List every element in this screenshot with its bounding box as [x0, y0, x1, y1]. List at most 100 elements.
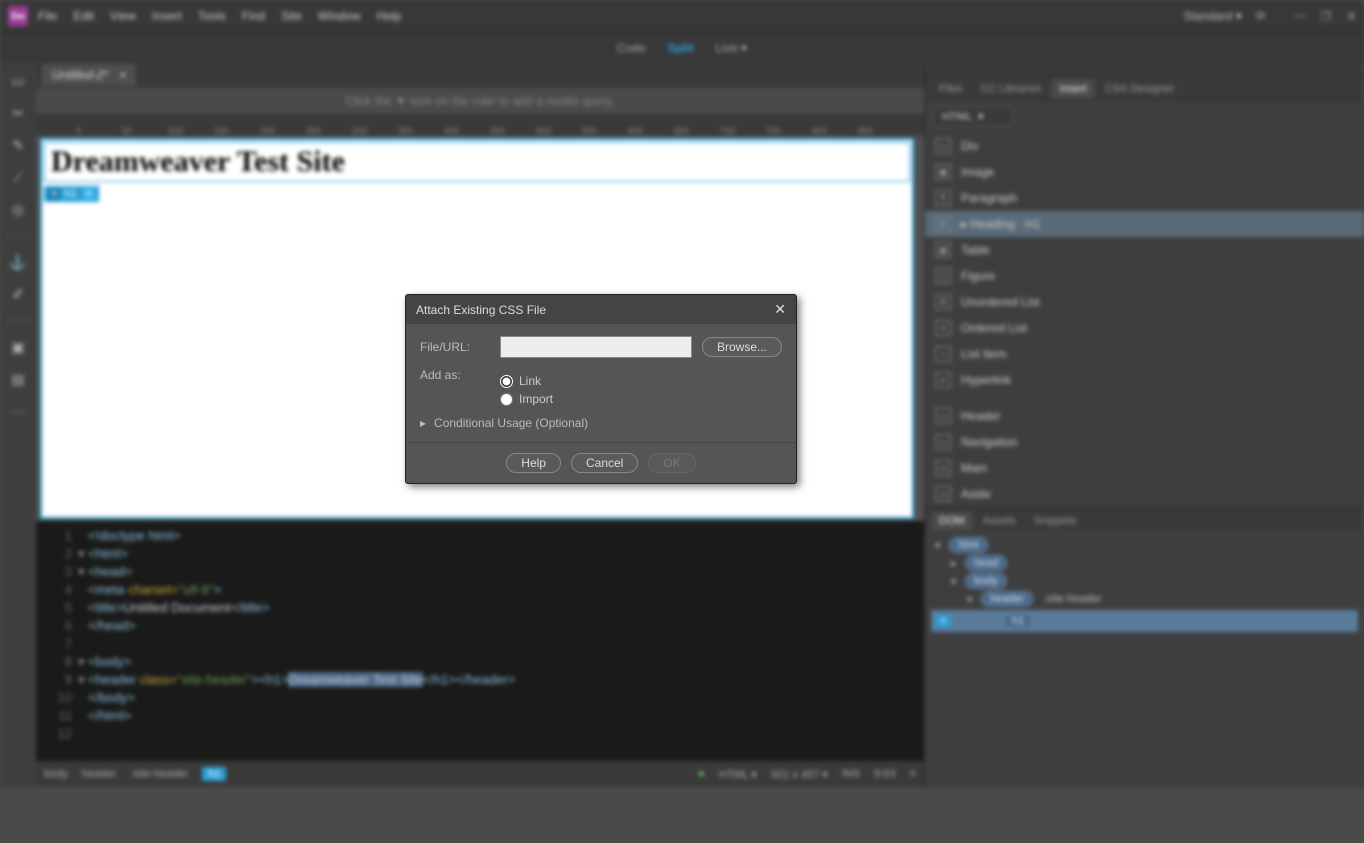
view-split[interactable]: Split [668, 41, 694, 55]
menu-insert[interactable]: Insert [152, 9, 182, 23]
anchor-tool[interactable]: ⚓ [9, 253, 27, 271]
insert-icon: ≡ [935, 320, 951, 336]
menu-find[interactable]: Find [242, 9, 265, 23]
tag-badge-label: h1 [64, 188, 76, 200]
code-line[interactable]: 7 [36, 635, 924, 653]
menu-view[interactable]: View [110, 9, 136, 23]
breadcrumb-body[interactable]: body [44, 768, 68, 780]
panel-handle[interactable] [925, 62, 1364, 76]
dom-node-h1[interactable]: h1 [1003, 613, 1033, 629]
insert-table[interactable]: ▦Table [925, 237, 1364, 263]
insert-icon: ∞ [935, 372, 951, 388]
code-line[interactable]: 8▾<body> [36, 653, 924, 671]
insert-icon: ▢ [935, 268, 951, 284]
insert-header[interactable]: ▭Header [925, 403, 1364, 429]
breadcrumb-header[interactable]: header [82, 768, 116, 780]
chevron-right-icon: ▸ [420, 416, 426, 430]
code-line[interactable]: 6</head> [36, 617, 924, 635]
code-line[interactable]: 1<!doctype html> [36, 527, 924, 545]
insert-heading[interactable]: H▸ Heading : H1 [925, 211, 1364, 237]
dropper-tool[interactable]: ✎ [9, 136, 27, 154]
code-line[interactable]: 5<title>Untitled Document</title> [36, 599, 924, 617]
dialog-titlebar[interactable]: Attach Existing CSS File ✕ [406, 295, 796, 324]
document-tab[interactable]: Untitled-2* × [42, 64, 136, 86]
insert-list[interactable]: •List Item [925, 341, 1364, 367]
dom-tab-snippets[interactable]: Snippets [1026, 512, 1085, 530]
menu-edit[interactable]: Edit [73, 9, 94, 23]
breadcrumb-selected[interactable]: h1 [202, 767, 226, 781]
crop-tool[interactable]: ✂ [9, 104, 27, 122]
insert-unordered[interactable]: ☰Unordered List [925, 289, 1364, 315]
viewport-size[interactable]: 921 x 457 ▾ [771, 768, 828, 781]
dom-tree[interactable]: ▾html ▸head ▾body ▾header.site-header + … [925, 530, 1364, 787]
ruler[interactable]: 0501001502002503003504004505005506006507… [36, 114, 924, 136]
dom-node-head[interactable]: head [965, 555, 1007, 571]
dom-node-header[interactable]: header [981, 591, 1033, 607]
workspace-selector[interactable]: Standard ▾ [1184, 9, 1242, 23]
code-line[interactable]: 2▾<html> [36, 545, 924, 563]
close-button[interactable]: ✕ [1347, 10, 1356, 23]
radio-link[interactable]: Link [500, 374, 782, 388]
insert-div[interactable]: ▭Div [925, 133, 1364, 159]
menu-file[interactable]: File [38, 9, 57, 23]
target-tool[interactable]: ◎ [9, 200, 27, 218]
dom-tab-assets[interactable]: Assets [975, 512, 1024, 530]
conditional-usage-toggle[interactable]: ▸ Conditional Usage (Optional) [420, 416, 782, 430]
selection-tool[interactable]: ▭ [9, 72, 27, 90]
ellipsis-tool[interactable]: ··· [9, 402, 27, 420]
menubar: File Edit View Insert Tools Find Site Window Hel… [38, 9, 401, 23]
minimize-button[interactable]: — [1294, 10, 1305, 23]
dom-tab-dom[interactable]: DOM [931, 512, 973, 530]
menu-site[interactable]: Site [281, 9, 302, 23]
sync-icon[interactable]: ⟳ [1256, 9, 1266, 23]
menu-help[interactable]: Help [377, 9, 402, 23]
breadcrumb-class[interactable]: .site-header [130, 768, 188, 780]
insert-aside[interactable]: ▭Aside [925, 481, 1364, 507]
dom-node-body[interactable]: body [965, 573, 1007, 589]
view-code[interactable]: Code [617, 41, 646, 55]
tag-badge-add-icon[interactable]: + [83, 188, 95, 200]
code-line[interactable]: 4<meta charset="utf-8"> [36, 581, 924, 599]
device-tool[interactable]: ▣ [9, 338, 27, 356]
panel-tab-css-designer[interactable]: CSS Designer [1097, 79, 1183, 99]
insert-main[interactable]: ▭Main [925, 455, 1364, 481]
insert-hyperlink[interactable]: ∞Hyperlink [925, 367, 1364, 393]
code-line[interactable]: 12 [36, 725, 924, 743]
insert-image[interactable]: ▣Image [925, 159, 1364, 185]
insert-category[interactable]: HTML ▾ [933, 106, 1013, 127]
code-line[interactable]: 10</body> [36, 689, 924, 707]
dialog-close-icon[interactable]: ✕ [774, 301, 786, 318]
radio-import[interactable]: Import [500, 392, 782, 406]
cancel-button[interactable]: Cancel [571, 453, 638, 473]
slash-tool[interactable]: ⟋ [9, 168, 27, 186]
panel-tab-insert[interactable]: Insert [1051, 79, 1095, 99]
menu-window[interactable]: Window [318, 9, 361, 23]
panel-tab-cc-libraries[interactable]: CC Libraries [972, 79, 1049, 99]
maximize-button[interactable]: ❐ [1321, 10, 1331, 23]
help-button[interactable]: Help [506, 453, 561, 473]
close-tab-icon[interactable]: × [119, 68, 126, 82]
attach-css-dialog: Attach Existing CSS File ✕ File/URL: Bro… [405, 294, 797, 484]
dom-node-html[interactable]: html [949, 537, 988, 553]
code-line[interactable]: 11</html> [36, 707, 924, 725]
doctype-selector[interactable]: HTML ▾ [719, 768, 757, 781]
brush-tool[interactable]: ✐ [9, 285, 27, 303]
element-tag-badge[interactable]: ≡ h1 + [44, 186, 99, 202]
code-line[interactable]: 9▾<header class="site-header"><h1>Dreamw… [36, 671, 924, 689]
insert-figure[interactable]: ▢Figure [925, 263, 1364, 289]
insert-navigation[interactable]: ▭Navigation [925, 429, 1364, 455]
insert-paragraph[interactable]: ¶Paragraph [925, 185, 1364, 211]
ok-button[interactable]: OK [648, 453, 695, 473]
browse-button[interactable]: Browse... [702, 337, 782, 357]
screen-tool[interactable]: ▤ [9, 370, 27, 388]
file-url-input[interactable] [500, 336, 692, 358]
dom-add-button[interactable]: + [935, 615, 951, 627]
code-view[interactable]: 1<!doctype html>2▾<html>3▾<head>4<meta c… [36, 521, 924, 761]
panel-tab-files[interactable]: Files [931, 79, 970, 99]
insert-ordered[interactable]: ≡Ordered List [925, 315, 1364, 341]
heading-h1[interactable]: Dreamweaver Test Site [51, 145, 903, 179]
code-line[interactable]: 3▾<head> [36, 563, 924, 581]
menu-tools[interactable]: Tools [198, 9, 226, 23]
status-menu-icon[interactable]: ≡ [910, 768, 916, 780]
view-live[interactable]: Live ▾ [716, 41, 747, 55]
